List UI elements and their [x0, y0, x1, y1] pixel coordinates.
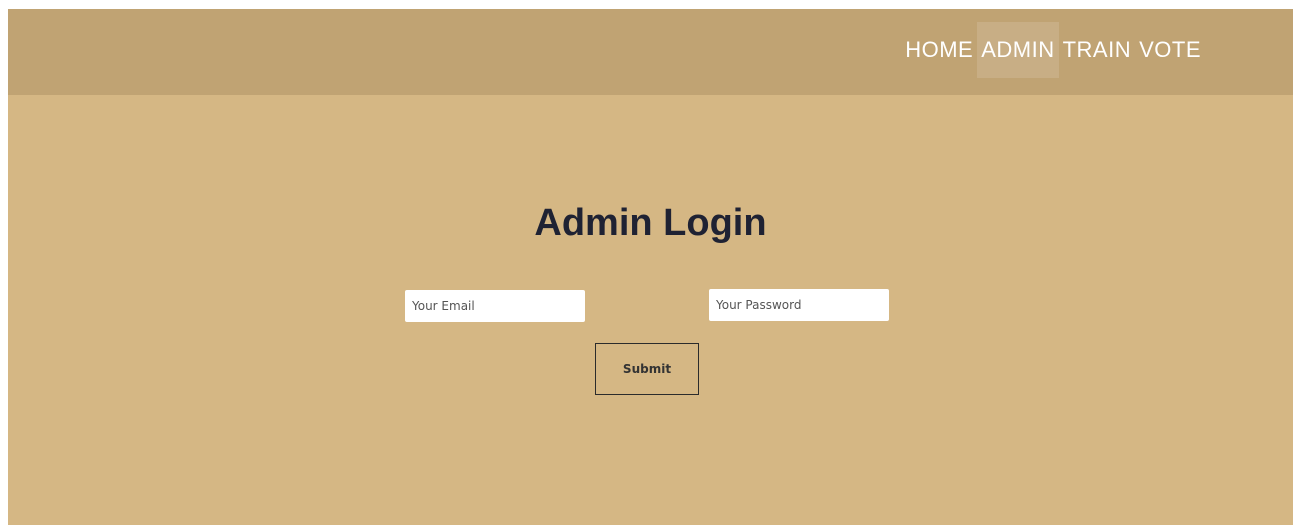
submit-button[interactable]: Submit [595, 343, 699, 395]
nav-link-vote[interactable]: VOTE [1135, 22, 1205, 78]
login-section: Admin Login Submit [8, 95, 1293, 525]
nav-link-home[interactable]: HOME [901, 22, 977, 78]
top-navbar: HOME ADMIN TRAIN VOTE [8, 9, 1293, 95]
nav-link-admin[interactable]: ADMIN [977, 22, 1059, 78]
nav-link-train[interactable]: TRAIN [1059, 22, 1136, 78]
email-field[interactable] [405, 290, 585, 322]
password-field[interactable] [709, 289, 889, 321]
page-container: HOME ADMIN TRAIN VOTE Admin Login Submit [8, 9, 1293, 525]
nav-menu: HOME ADMIN TRAIN VOTE [901, 22, 1205, 78]
page-title: Admin Login [534, 202, 767, 244]
